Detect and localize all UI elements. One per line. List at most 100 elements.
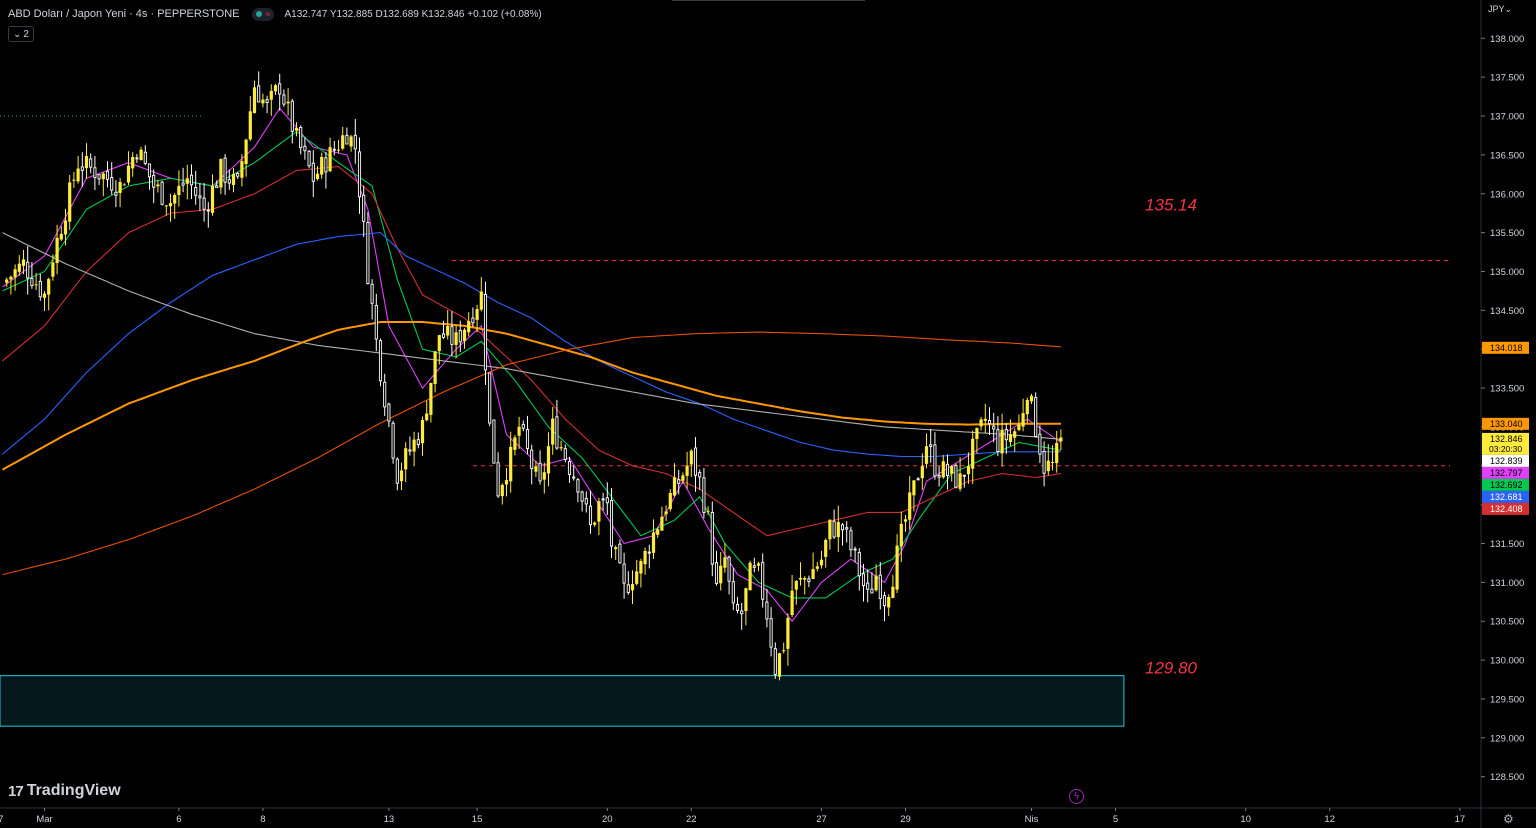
indicators-toggle-button[interactable]: ⌄ 2 xyxy=(8,26,34,42)
status-indicators[interactable]: ≈ xyxy=(251,7,275,21)
time-tick-label: 29 xyxy=(900,814,911,825)
candle-body-bull xyxy=(630,584,635,591)
candle-body-bull xyxy=(55,237,59,264)
candle-body-bear xyxy=(605,497,609,504)
price-tick-label: 135.500 xyxy=(1490,228,1524,239)
time-axis[interactable]: 27Mar68131520222729Nis51012171 xyxy=(0,808,1536,825)
candle-body-bull xyxy=(643,550,647,565)
candle-body-bear xyxy=(89,158,93,168)
candle-body-bear xyxy=(147,163,152,178)
candle-body-bear xyxy=(962,474,966,477)
candle-body-bear xyxy=(110,177,114,191)
price-tag-label: 133.040 xyxy=(1490,419,1523,429)
candle-body-bull xyxy=(1021,413,1025,427)
candle-body-bull xyxy=(504,480,509,485)
candle-body-bull xyxy=(895,545,899,590)
candle-body-bear xyxy=(366,222,370,284)
price-axis[interactable]: 138.000 137.500 137.000 136.500 136.000 135.5… xyxy=(1481,34,1524,783)
moving-average-line-5 xyxy=(2,232,1061,440)
time-tick-label: 8 xyxy=(260,814,265,825)
candle-body-bull xyxy=(941,461,945,478)
candles xyxy=(5,71,1063,681)
candle-body-bull xyxy=(597,501,601,522)
candle-body-bear xyxy=(857,552,861,577)
candle-body-bear xyxy=(257,85,261,103)
time-tick-label: 10 xyxy=(1240,814,1251,825)
tradingview-logo[interactable]: 17 TradingView xyxy=(8,782,121,800)
candle-body-bull xyxy=(908,492,912,520)
indicator-count: 2 xyxy=(23,28,29,40)
candle-body-bear xyxy=(236,173,240,177)
candle-body-bull xyxy=(744,588,748,612)
candle-body-bear xyxy=(954,464,958,488)
candle-body-bear xyxy=(345,134,349,145)
candle-body-bull xyxy=(1017,424,1021,430)
candle-body-bull xyxy=(672,477,677,496)
candle-body-bear xyxy=(714,562,719,584)
candle-body-bull xyxy=(320,156,324,175)
candle-body-bull xyxy=(68,182,72,222)
candle-body-bear xyxy=(227,179,231,184)
candle-body-bear xyxy=(135,157,139,160)
level-labels: 135.14 129.80 xyxy=(1145,196,1198,678)
candle-body-bull xyxy=(723,557,727,568)
candle-body-bear xyxy=(987,420,992,425)
candle-body-bear xyxy=(206,209,210,212)
candle-body-bear xyxy=(311,162,315,182)
candle-body-bull xyxy=(425,413,429,421)
candle-body-bull xyxy=(689,450,693,465)
candle-body-bear xyxy=(933,444,937,477)
symbol-title[interactable]: ABD Doları / Japon Yeni · 4s · PEPPERSTO… xyxy=(8,8,240,20)
candle-body-bear xyxy=(710,511,714,565)
candle-body-bear xyxy=(97,174,101,180)
candle-body-bull xyxy=(1008,434,1013,442)
candle-body-bull xyxy=(803,577,807,580)
time-tick-label: 27 xyxy=(816,814,827,825)
candle-body-bull xyxy=(240,161,244,178)
candlestick-chart[interactable]: 135.14 129.80 138.000 137.500 137.000 136.50… xyxy=(0,0,1536,828)
price-tag-label: 132.839 xyxy=(1490,456,1523,466)
candle-body-bear xyxy=(307,150,311,167)
candle-body-bull xyxy=(756,563,761,566)
candle-body-bear xyxy=(761,562,765,600)
candle-body-bull xyxy=(681,475,685,481)
candle-body-bull xyxy=(231,173,236,186)
currency-selector[interactable]: JPY⌄ xyxy=(1488,4,1512,15)
candle-body-bull xyxy=(248,111,252,140)
candle-body-bull xyxy=(269,90,273,100)
candle-body-bear xyxy=(584,497,588,505)
candle-body-bull xyxy=(794,581,798,590)
candle-body-bull xyxy=(164,205,168,207)
candle-body-bull xyxy=(912,480,916,496)
price-tick-label: 134.500 xyxy=(1490,306,1524,317)
candle-body-bear xyxy=(194,187,198,196)
candle-body-bull xyxy=(534,466,538,472)
candle-body-bull xyxy=(899,523,903,547)
price-tick-label: 133.500 xyxy=(1490,384,1524,395)
time-tick-label: 20 xyxy=(602,814,613,825)
candle-body-bull xyxy=(5,279,9,283)
candle-body-bull xyxy=(811,569,815,579)
candle-body-bull xyxy=(815,566,819,569)
candle-body-bull xyxy=(315,173,320,179)
candle-body-bull xyxy=(660,516,664,531)
candle-body-bull xyxy=(341,135,345,149)
gear-icon[interactable]: ⚙ xyxy=(1503,812,1514,826)
candle-body-bear xyxy=(693,447,698,476)
candle-body-bull xyxy=(824,539,828,557)
candle-body-bear xyxy=(362,194,366,222)
lightning-icon[interactable]: ϟ xyxy=(1069,789,1084,804)
candle-body-bear xyxy=(580,491,584,502)
candle-body-bull xyxy=(122,184,126,186)
candle-body-bull xyxy=(593,522,597,525)
candle-body-bear xyxy=(105,170,110,180)
price-tick-label: 137.500 xyxy=(1490,73,1524,84)
candle-body-bear xyxy=(488,372,492,424)
delay-icon: ≈ xyxy=(265,8,271,19)
candle-body-bull xyxy=(950,466,954,474)
candle-body-bull xyxy=(252,87,257,114)
price-tag-label: 132.846 xyxy=(1490,434,1523,444)
logo-text: TradingView xyxy=(26,782,121,799)
candle-body-bear xyxy=(929,444,933,447)
candle-body-bull xyxy=(1046,460,1050,472)
